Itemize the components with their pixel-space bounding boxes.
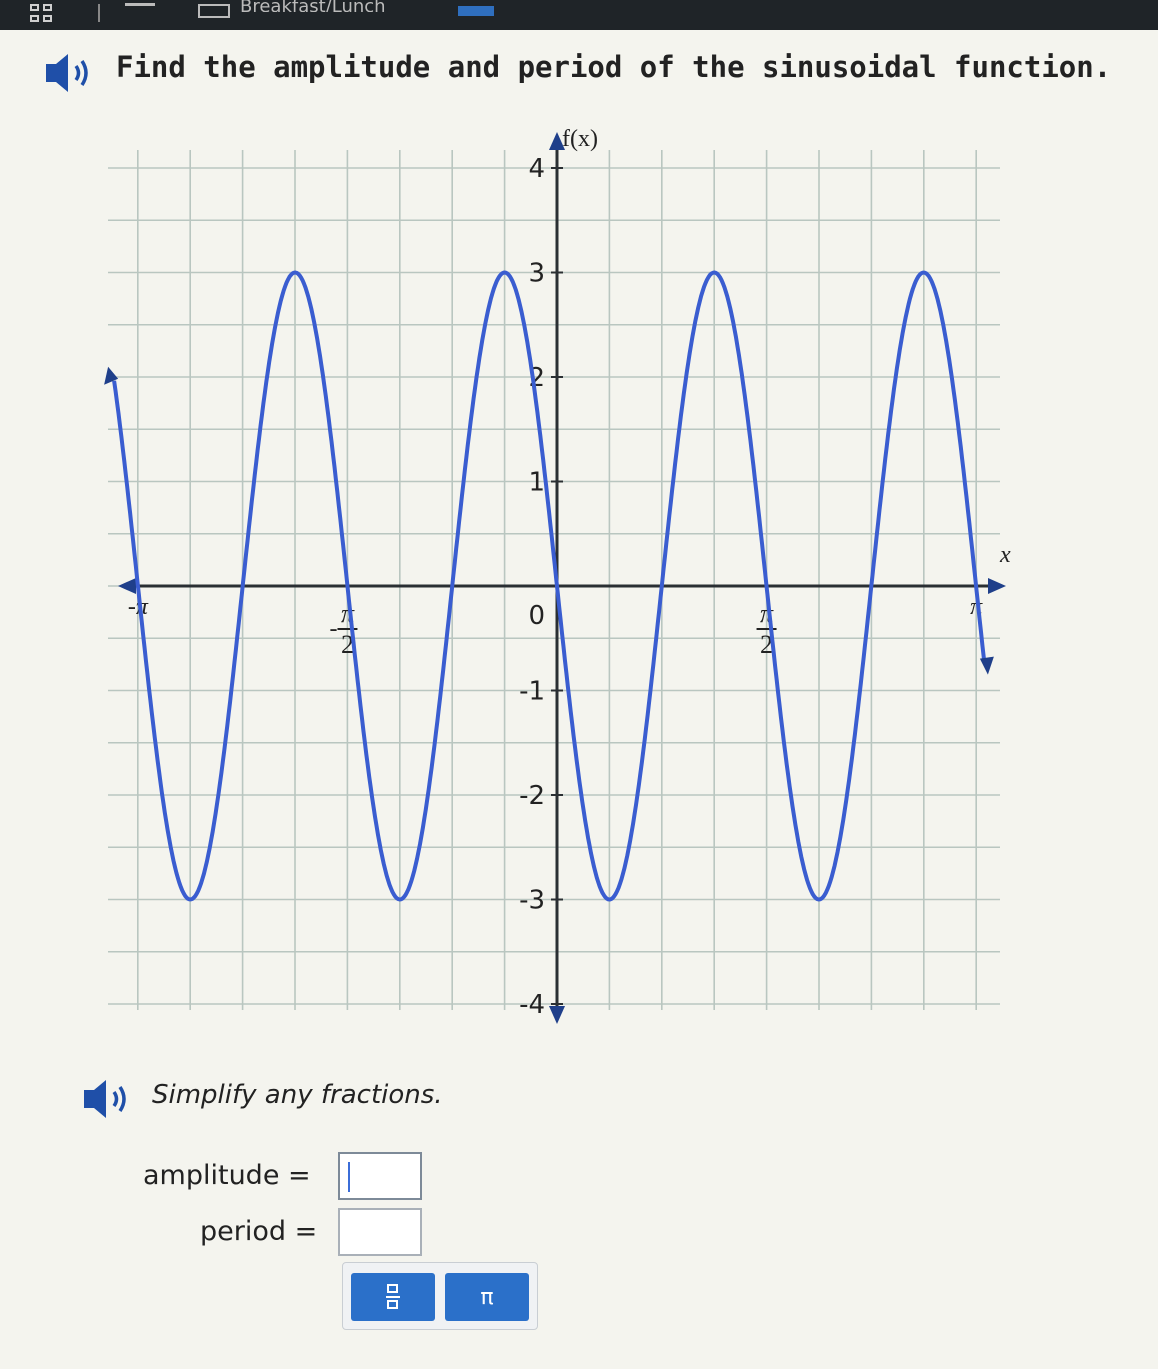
y-tick-label: 0 [528, 601, 545, 631]
amplitude-input[interactable] [338, 1152, 422, 1200]
x-tick-sign: - [329, 616, 337, 642]
y-tick-label: -1 [519, 677, 545, 707]
fraction-icon [386, 1284, 400, 1310]
math-toolbox: π [342, 1262, 538, 1330]
x-axis-arrow [988, 578, 1006, 594]
fraction-button[interactable] [351, 1273, 435, 1321]
period-label: period = [200, 1216, 318, 1247]
y-tick-label: 3 [528, 259, 545, 289]
y-axis-arrow [549, 1006, 565, 1024]
y-axis-label: f(x) [562, 126, 598, 152]
x-tick-labels: -π-π2π2π [128, 580, 983, 659]
y-tick-label: -2 [519, 781, 545, 811]
y-tick-label: -3 [519, 886, 545, 916]
amplitude-label: amplitude = [143, 1160, 311, 1191]
curve-arrow [979, 656, 994, 675]
pi-button[interactable]: π [445, 1273, 529, 1321]
x-axis-arrow [118, 578, 136, 594]
y-tick-label: 4 [528, 154, 545, 184]
y-tick-label: -4 [519, 990, 545, 1020]
speaker-icon[interactable] [82, 1078, 138, 1120]
instructions-text: Simplify any fractions. [152, 1080, 443, 1110]
period-input[interactable] [338, 1208, 422, 1256]
x-axis-label: x [999, 542, 1011, 568]
y-tick-label: 1 [528, 468, 545, 498]
text-caret [348, 1162, 350, 1192]
